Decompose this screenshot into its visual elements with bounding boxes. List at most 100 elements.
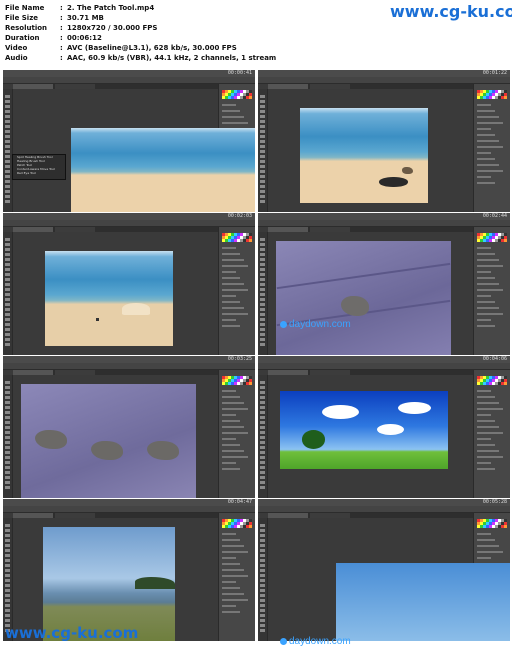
- document-tab[interactable]: [55, 513, 95, 518]
- tool-icon[interactable]: [260, 426, 265, 429]
- document-tabs[interactable]: [13, 370, 218, 375]
- tool-icon[interactable]: [260, 381, 265, 384]
- tool-icon[interactable]: [260, 288, 265, 291]
- document-tabs[interactable]: [13, 513, 218, 518]
- tool-icon[interactable]: [5, 549, 10, 552]
- color-swatch[interactable]: [504, 382, 507, 385]
- tool-icon[interactable]: [260, 574, 265, 577]
- tool-icon[interactable]: [260, 466, 265, 469]
- tool-icon[interactable]: [260, 619, 265, 622]
- tool-icon[interactable]: [260, 185, 265, 188]
- document-canvas[interactable]: [280, 391, 448, 469]
- tool-icon[interactable]: [5, 100, 10, 103]
- tool-icon[interactable]: [5, 308, 10, 311]
- tool-icon[interactable]: [5, 258, 10, 261]
- tool-icon[interactable]: [5, 406, 10, 409]
- tool-icon[interactable]: [260, 258, 265, 261]
- tool-icon[interactable]: [260, 303, 265, 306]
- tool-icon[interactable]: [5, 534, 10, 537]
- document-canvas[interactable]: [45, 251, 173, 346]
- tool-icon[interactable]: [5, 298, 10, 301]
- tool-icon[interactable]: [260, 584, 265, 587]
- tool-icon[interactable]: [5, 579, 10, 582]
- tool-icon[interactable]: [5, 105, 10, 108]
- tool-icon[interactable]: [5, 559, 10, 562]
- tool-icon[interactable]: [260, 609, 265, 612]
- tool-icon[interactable]: [5, 386, 10, 389]
- tool-icon[interactable]: [5, 589, 10, 592]
- tool-icon[interactable]: [260, 401, 265, 404]
- tool-icon[interactable]: [5, 185, 10, 188]
- tool-icon[interactable]: [5, 401, 10, 404]
- document-tab[interactable]: [55, 370, 95, 375]
- document-tab[interactable]: [55, 227, 95, 232]
- tool-icon[interactable]: [5, 268, 10, 271]
- menu-bar[interactable]: [258, 70, 510, 77]
- tool-icon[interactable]: [5, 238, 10, 241]
- color-swatch[interactable]: [504, 525, 507, 528]
- menu-bar[interactable]: [3, 213, 255, 220]
- tool-icon[interactable]: [5, 529, 10, 532]
- tool-icon[interactable]: [5, 569, 10, 572]
- tool-icon[interactable]: [5, 476, 10, 479]
- tool-icon[interactable]: [260, 421, 265, 424]
- tool-icon[interactable]: [260, 614, 265, 617]
- tool-icon[interactable]: [260, 431, 265, 434]
- tool-icon[interactable]: [5, 155, 10, 158]
- tool-icon[interactable]: [260, 273, 265, 276]
- color-swatch[interactable]: [504, 239, 507, 242]
- tool-icon[interactable]: [260, 386, 265, 389]
- tool-icon[interactable]: [260, 160, 265, 163]
- tool-icon[interactable]: [260, 328, 265, 331]
- tool-icon[interactable]: [5, 333, 10, 336]
- tool-icon[interactable]: [260, 549, 265, 552]
- tool-icon[interactable]: [5, 609, 10, 612]
- tool-icon[interactable]: [5, 313, 10, 316]
- tool-icon[interactable]: [5, 391, 10, 394]
- tool-icon[interactable]: [5, 115, 10, 118]
- tool-icon[interactable]: [260, 243, 265, 246]
- tool-icon[interactable]: [260, 416, 265, 419]
- tool-icon[interactable]: [5, 381, 10, 384]
- tool-icon[interactable]: [260, 554, 265, 557]
- tool-icon[interactable]: [5, 486, 10, 489]
- tool-icon[interactable]: [260, 441, 265, 444]
- tool-icon[interactable]: [5, 273, 10, 276]
- document-tab[interactable]: [310, 370, 350, 375]
- tool-icon[interactable]: [5, 278, 10, 281]
- tool-icon[interactable]: [5, 293, 10, 296]
- tool-icon[interactable]: [5, 554, 10, 557]
- options-bar[interactable]: [3, 506, 255, 513]
- tool-icon[interactable]: [5, 243, 10, 246]
- document-tab[interactable]: [55, 84, 95, 89]
- document-tab[interactable]: [268, 370, 308, 375]
- tool-icon[interactable]: [260, 594, 265, 597]
- color-swatch[interactable]: [249, 525, 252, 528]
- tool-icon[interactable]: [260, 253, 265, 256]
- document-tab[interactable]: [268, 227, 308, 232]
- tool-icon[interactable]: [5, 303, 10, 306]
- document-tabs[interactable]: [268, 84, 473, 89]
- tool-icon[interactable]: [260, 446, 265, 449]
- tool-icon[interactable]: [5, 411, 10, 414]
- tool-icon[interactable]: [260, 165, 265, 168]
- document-canvas[interactable]: [71, 128, 255, 212]
- tool-icon[interactable]: [5, 481, 10, 484]
- tool-icon[interactable]: [5, 421, 10, 424]
- tool-icon[interactable]: [5, 431, 10, 434]
- options-bar[interactable]: [258, 220, 510, 227]
- tool-icon[interactable]: [5, 466, 10, 469]
- document-canvas[interactable]: [336, 563, 510, 641]
- tool-icon[interactable]: [260, 624, 265, 627]
- document-tabs[interactable]: [268, 370, 473, 375]
- menu-bar[interactable]: [3, 356, 255, 363]
- tool-icon[interactable]: [5, 253, 10, 256]
- tool-icon[interactable]: [5, 175, 10, 178]
- document-tabs[interactable]: [268, 227, 473, 232]
- tool-icon[interactable]: [5, 190, 10, 193]
- tool-icon[interactable]: [260, 298, 265, 301]
- tool-icon[interactable]: [260, 564, 265, 567]
- tool-icon[interactable]: [5, 574, 10, 577]
- document-tabs[interactable]: [13, 227, 218, 232]
- tool-icon[interactable]: [5, 195, 10, 198]
